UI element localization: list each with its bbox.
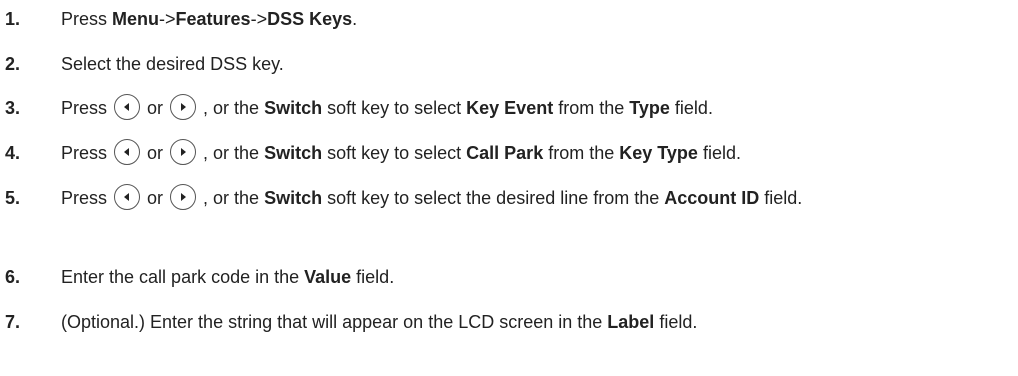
- step-text: Press or , or the Switch soft key to sel…: [61, 136, 1018, 170]
- step-text-segment: soft key to select the desired line from…: [322, 188, 665, 208]
- step-number: 5.: [5, 188, 21, 208]
- step-text-segment: field.: [654, 312, 698, 332]
- step-4: 4. Press or , or the Switch soft key to s…: [0, 136, 1018, 170]
- bold-term: Switch: [264, 143, 323, 163]
- step-text-segment: ->: [159, 9, 176, 29]
- step-7: 7. (Optional.) Enter the string that will…: [0, 305, 1018, 339]
- step-number: 6.: [5, 267, 21, 287]
- bold-term: Account ID: [664, 188, 760, 208]
- right-arrow-key-icon: [170, 139, 197, 166]
- step-text-segment: ->: [250, 9, 268, 29]
- step-1: 1. Press Menu->Features->DSS Keys.: [0, 2, 1018, 36]
- step-3: 3. Press or , or the Switch soft key to s…: [0, 91, 1018, 125]
- step-number: 4.: [5, 143, 21, 163]
- step-text-segment: or: [142, 143, 169, 163]
- bold-term: Key Type: [619, 143, 698, 163]
- bold-term: DSS Keys: [267, 9, 353, 29]
- step-text-segment: Press: [61, 98, 113, 118]
- step-text-segment: or: [142, 98, 169, 118]
- step-text-segment: field.: [669, 98, 713, 118]
- step-text-segment: Press: [61, 143, 113, 163]
- step-text-segment: Select the desired DSS key.: [61, 54, 284, 74]
- step-text-segment: Enter the call park code in the: [61, 267, 305, 287]
- step-number: 7.: [5, 312, 21, 332]
- step-text: Press or , or the Switch soft key to sel…: [61, 181, 1018, 215]
- step-text-segment: (Optional.) Enter the string that will a…: [61, 312, 608, 332]
- step-text-segment: , or the: [198, 143, 265, 163]
- bold-term: Call Park: [466, 143, 544, 163]
- bold-term: Key Event: [466, 98, 554, 118]
- right-arrow-key-icon: [170, 184, 197, 211]
- step-text: Select the desired DSS key.: [61, 47, 1018, 81]
- bold-term: Switch: [264, 188, 323, 208]
- step-number: 3.: [5, 98, 21, 118]
- left-arrow-key-icon: [114, 139, 141, 166]
- bold-term: Switch: [264, 98, 323, 118]
- step-text-segment: , or the: [198, 98, 265, 118]
- step-text-segment: from the: [553, 98, 630, 118]
- step-text-segment: .: [352, 9, 358, 29]
- step-text-segment: field.: [759, 188, 803, 208]
- step-5: 5. Press or , or the Switch soft key to s…: [0, 181, 1018, 215]
- instruction-list: 1. Press Menu->Features->DSS Keys. 2. Sele…: [0, 0, 1018, 376]
- step-text-segment: field.: [697, 143, 741, 163]
- step-text-segment: soft key to select: [322, 98, 467, 118]
- bold-term: Features: [175, 9, 251, 29]
- left-arrow-key-icon: [114, 94, 141, 121]
- step-text-segment: from the: [543, 143, 620, 163]
- step-6: 6. Enter the call park code in the Value …: [0, 260, 1018, 294]
- step-text-segment: field.: [351, 267, 395, 287]
- step-text-segment: Press: [61, 188, 113, 208]
- bold-term: Value: [304, 267, 352, 287]
- step-2: 2. Select the desired DSS key.: [0, 47, 1018, 81]
- bold-term: Menu: [112, 9, 160, 29]
- right-arrow-key-icon: [170, 94, 197, 121]
- step-number: 2.: [5, 54, 21, 74]
- left-arrow-key-icon: [114, 184, 141, 211]
- bold-term: Type: [629, 98, 670, 118]
- step-text: Enter the call park code in the Value fi…: [61, 260, 1018, 294]
- step-text-segment: or: [142, 188, 169, 208]
- step-number: 1.: [5, 9, 21, 29]
- step-text-segment: Press: [61, 9, 113, 29]
- step-text: (Optional.) Enter the string that will a…: [61, 305, 1018, 339]
- step-text-segment: soft key to select: [322, 143, 467, 163]
- step-text: Press or , or the Switch soft key to sel…: [61, 91, 1018, 125]
- bold-term: Label: [607, 312, 655, 332]
- step-text-segment: , or the: [198, 188, 265, 208]
- step-text: Press Menu->Features->DSS Keys.: [61, 2, 1018, 36]
